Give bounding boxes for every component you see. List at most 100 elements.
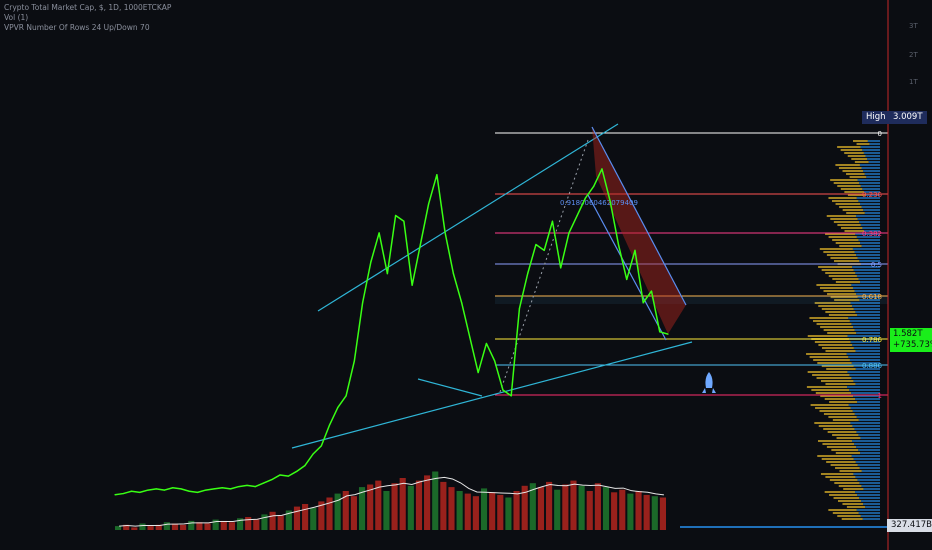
profile-bar-down — [858, 278, 880, 280]
profile-bar-down — [852, 344, 880, 346]
volume-bar — [399, 478, 406, 530]
profile-bar-up — [832, 278, 859, 280]
profile-bar-up — [839, 206, 862, 208]
profile-bar-up — [830, 179, 858, 181]
profile-bar-up — [821, 308, 854, 310]
profile-bar-up — [825, 272, 856, 274]
profile-bar-up — [838, 167, 862, 169]
volume-bar — [643, 494, 650, 530]
price-point — [617, 243, 620, 246]
y-tick-label: 3T — [909, 22, 918, 30]
price-point — [502, 389, 504, 391]
volume-bar — [139, 523, 146, 530]
profile-bar-up — [818, 266, 853, 268]
profile-bar-up — [835, 467, 860, 469]
profile-bar-down — [848, 317, 880, 319]
volume-bar — [554, 489, 561, 530]
profile-bar-up — [840, 149, 863, 151]
volume-bar — [611, 492, 618, 530]
profile-bar-down — [859, 182, 880, 184]
profile-bar-up — [826, 254, 857, 256]
y-tick-label: 2T — [909, 51, 918, 59]
profile-bar-up — [842, 503, 864, 505]
profile-bar-up — [828, 236, 857, 238]
profile-bar-up — [840, 227, 863, 229]
volume-bar — [383, 491, 390, 530]
profile-bar-down — [857, 479, 880, 481]
price-point — [469, 337, 471, 339]
profile-bar-up — [827, 332, 857, 334]
profile-bar-up — [831, 449, 859, 451]
profile-bar-down — [857, 314, 880, 316]
profile-bar-down — [852, 440, 880, 442]
profile-bar-down — [856, 509, 880, 511]
price-point — [444, 232, 446, 234]
price-point — [378, 232, 380, 234]
profile-bar-down — [862, 188, 880, 190]
price-point — [362, 302, 364, 304]
volume-bar — [302, 504, 309, 530]
profile-bar-up — [832, 419, 859, 421]
profile-bar-up — [835, 164, 860, 166]
profile-bar-up — [829, 479, 858, 481]
volume-bar — [204, 523, 211, 530]
volume-bar — [220, 520, 227, 530]
profile-bar-up — [821, 269, 854, 271]
price-point — [155, 488, 157, 490]
profile-bar-up — [819, 248, 853, 250]
profile-bar-down — [858, 200, 880, 202]
profile-bar-down — [865, 155, 880, 157]
profile-bar-down — [851, 284, 880, 286]
price-point — [345, 395, 347, 397]
profile-bar-down — [860, 242, 880, 244]
profile-bar-up — [821, 347, 854, 349]
profile-bar-down — [861, 245, 880, 247]
volume-bar — [472, 496, 479, 530]
profile-bar-down — [858, 434, 880, 436]
profile-bar-down — [852, 287, 880, 289]
fib-anchor-line — [499, 139, 589, 393]
chart-canvas[interactable]: 00.2360.3820.50.6180.7860.8861 0.9180060… — [0, 0, 932, 550]
profile-bar-up — [828, 416, 857, 418]
profile-bar-down — [860, 281, 880, 283]
volume-bar — [277, 515, 284, 530]
profile-bar-down — [861, 206, 880, 208]
profile-bar-up — [832, 200, 859, 202]
profile-bar-down — [863, 209, 880, 211]
profile-bar-down — [854, 413, 880, 415]
profile-bar-down — [856, 332, 880, 334]
profile-bar-down — [858, 512, 880, 514]
profile-bar-up — [819, 287, 853, 289]
volume-bar — [497, 494, 504, 530]
price-point — [419, 243, 421, 246]
profile-bar-up — [828, 275, 857, 277]
fib-level-label: 0.5 — [871, 261, 882, 269]
price-point — [238, 485, 240, 488]
profile-bar-up — [809, 356, 849, 358]
profile-bar-up — [844, 152, 864, 154]
volume-bar — [480, 488, 488, 530]
profile-bar-down — [857, 257, 880, 259]
profile-bar-up — [837, 146, 861, 148]
volume-bar — [513, 491, 520, 530]
profile-bar-down — [853, 473, 880, 475]
profile-bar-down — [853, 269, 880, 271]
price-point — [659, 331, 661, 333]
volume-bar — [424, 475, 431, 530]
price-point — [535, 243, 537, 246]
profile-bar-down — [857, 401, 880, 403]
profile-bar-up — [821, 458, 854, 460]
profile-bar-down — [863, 152, 880, 154]
volume-bar — [440, 481, 447, 530]
profile-bar-down — [859, 164, 880, 166]
price-point — [650, 290, 653, 292]
price-point — [543, 249, 545, 251]
profile-bar-up — [826, 461, 856, 463]
profile-bar-down — [863, 488, 880, 490]
profile-bar-up — [823, 413, 855, 415]
profile-bar-up — [814, 422, 851, 424]
price-point — [395, 214, 397, 217]
profile-bar-down — [864, 212, 880, 214]
profile-bar-up — [827, 293, 857, 295]
profile-bar-up — [826, 446, 857, 448]
